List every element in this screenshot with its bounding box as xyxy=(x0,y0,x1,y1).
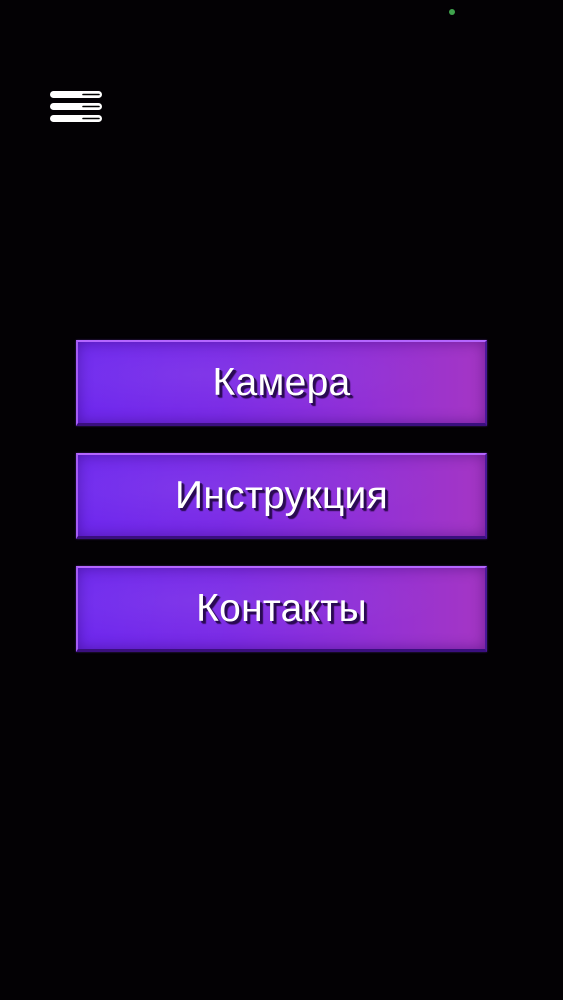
main-menu: Камера Инструкция Контакты xyxy=(76,340,487,679)
instructions-button[interactable]: Инструкция xyxy=(76,453,487,539)
hamburger-menu-icon[interactable] xyxy=(50,91,102,123)
camera-button-label: Камера xyxy=(212,360,351,404)
status-indicator-dot xyxy=(449,9,455,15)
camera-button[interactable]: Камера xyxy=(76,340,487,426)
instructions-button-label: Инструкция xyxy=(175,473,388,517)
contacts-button[interactable]: Контакты xyxy=(76,566,487,652)
contacts-button-label: Контакты xyxy=(196,586,367,630)
app-screen: Камера Инструкция Контакты xyxy=(0,0,563,1000)
